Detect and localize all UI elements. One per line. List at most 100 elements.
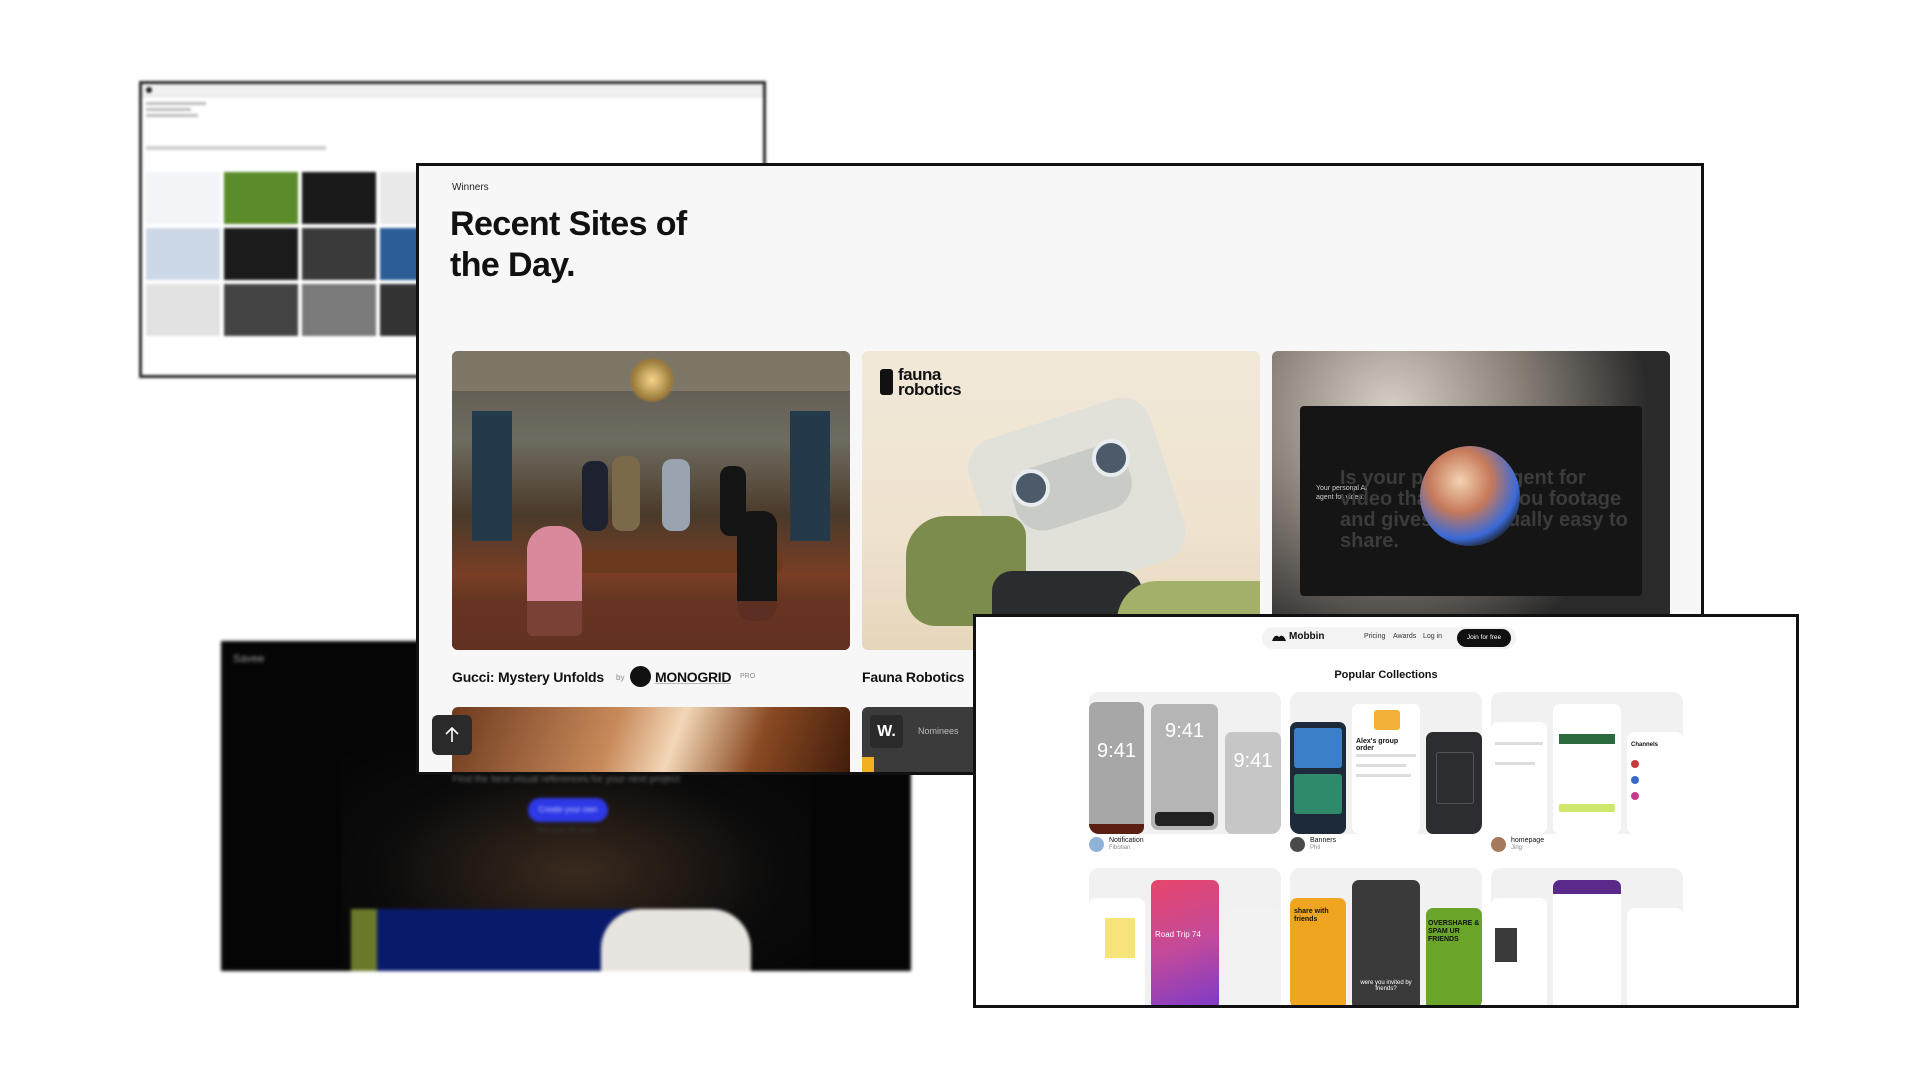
- mobbin-window: Mobbin Pricing Awards Log in Join for fr…: [973, 614, 1799, 1008]
- collection-card[interactable]: Road Trip 74: [1089, 868, 1281, 1005]
- channel-avatar: [1631, 776, 1639, 784]
- dark-site-note: Join over 1M users: [536, 827, 596, 834]
- purple-header: [1553, 880, 1621, 894]
- collection-meta: Notification Fibotian: [1089, 837, 1144, 852]
- channel-avatar: [1631, 792, 1639, 800]
- guest: [612, 456, 640, 531]
- gallery-header-line: [146, 108, 191, 111]
- channels-title: Channels: [1631, 742, 1659, 748]
- product-thumb: [1495, 928, 1517, 962]
- gallery-tile[interactable]: [224, 284, 298, 336]
- nav-link-pricing[interactable]: Pricing: [1364, 633, 1385, 640]
- collection-title[interactable]: Notification: [1109, 837, 1144, 845]
- list-line: [1356, 764, 1406, 767]
- phone-screen: [1491, 898, 1547, 1005]
- ai-video-card-image[interactable]: Your personal AI agent for video. Is you…: [1272, 351, 1670, 650]
- scroll-to-top-button[interactable]: [432, 715, 472, 755]
- collection-card[interactable]: [1491, 868, 1683, 1005]
- phone-screen: [1627, 908, 1683, 1005]
- chandelier-icon: [630, 355, 674, 405]
- phone-screen: were you invited by friends?: [1352, 880, 1420, 1005]
- studio-link[interactable]: MONOGRID: [655, 669, 731, 685]
- gucci-card-image[interactable]: [452, 351, 850, 650]
- fauna-logo: fauna robotics: [880, 366, 980, 399]
- banner-thumb: [1294, 728, 1342, 768]
- author-avatar: [1491, 837, 1506, 852]
- next-card-image[interactable]: [452, 707, 850, 772]
- robot-eye-right: [1092, 439, 1130, 477]
- gallery-tile[interactable]: [302, 172, 376, 224]
- banner-thumb: [1294, 774, 1342, 814]
- gallery-tile[interactable]: [224, 228, 298, 280]
- curtain-left: [472, 411, 512, 541]
- gallery-title-bar: [142, 84, 763, 97]
- dark-hero-figure: [601, 909, 751, 971]
- fauna-robot-icon: [880, 369, 893, 395]
- phone-wallpaper-strip: [1089, 824, 1144, 834]
- collection-card[interactable]: share with friends were you invited by f…: [1290, 868, 1482, 1005]
- gallery-tile[interactable]: [146, 172, 220, 224]
- green-header: [1559, 734, 1615, 744]
- gucci-card-title[interactable]: Gucci: Mystery Unfolds: [452, 669, 604, 685]
- group-order-title: Alex's group order: [1356, 738, 1399, 752]
- promo-pill: [1559, 804, 1615, 812]
- phone-screen: Channels: [1627, 732, 1683, 834]
- join-for-free-button[interactable]: Join for free: [1457, 629, 1511, 647]
- dark-site-subtitle: Find the best visual references for your…: [452, 774, 680, 785]
- nav-link-login[interactable]: Log in: [1423, 633, 1442, 640]
- fauna-logo-line2: robotics: [898, 380, 962, 399]
- phone-screen: 9:41: [1089, 702, 1144, 834]
- phone-screen: [1553, 704, 1621, 834]
- gallery-tile[interactable]: [146, 284, 220, 336]
- collection-author: Jing: [1511, 845, 1523, 851]
- collection-author: Fibotian: [1109, 845, 1131, 851]
- dark-site-logo: Savee: [233, 653, 265, 665]
- monogrid-avatar: [630, 666, 651, 687]
- arrow-up-icon: [445, 727, 459, 742]
- phone-screen: 9:41: [1225, 732, 1281, 834]
- list-line: [1356, 774, 1411, 777]
- collection-card-homepage[interactable]: Channels: [1491, 692, 1683, 834]
- gallery-tile[interactable]: [302, 284, 376, 336]
- road-trip-title: Road Trip 74: [1155, 930, 1201, 939]
- collection-title[interactable]: Banners: [1310, 837, 1336, 845]
- curtain-right: [790, 411, 830, 541]
- mobbin-brand-name: Mobbin: [1289, 631, 1325, 642]
- collections-heading: Popular Collections: [1334, 669, 1438, 681]
- fauna-card-title[interactable]: Fauna Robotics: [862, 669, 964, 685]
- phone-screen: [1491, 722, 1547, 834]
- pro-badge: PRO: [740, 673, 756, 680]
- section-eyebrow: Winners: [452, 182, 489, 193]
- dark-site-cta-button[interactable]: Create your own: [528, 798, 608, 822]
- collection-card-notification[interactable]: 9:41 9:41 9:41: [1089, 692, 1281, 834]
- collection-meta: Banners Phil: [1290, 837, 1336, 852]
- phone-clock: 9:41: [1097, 740, 1136, 762]
- phone-screen: Road Trip 74: [1151, 880, 1219, 1005]
- map-outline: [1436, 752, 1474, 804]
- share-title: share with friends: [1294, 908, 1329, 923]
- rug: [452, 601, 850, 650]
- fauna-card-image[interactable]: fauna robotics: [862, 351, 1260, 650]
- gallery-tile[interactable]: [224, 172, 298, 224]
- gallery-tile[interactable]: [302, 228, 376, 280]
- collection-author: Phil: [1310, 845, 1321, 851]
- list-line: [1495, 742, 1543, 745]
- collection-title[interactable]: homepage: [1511, 837, 1544, 845]
- author-avatar: [1290, 837, 1305, 852]
- phone-screen: OVERSHARE & SPAM UR FRIENDS: [1426, 908, 1482, 1005]
- phone-screen: [1553, 880, 1621, 1005]
- list-line: [1356, 754, 1416, 757]
- author-avatar: [1089, 837, 1104, 852]
- mobbin-logo-icon: [1272, 635, 1286, 641]
- w-logo-badge: W.: [870, 715, 903, 748]
- mobbin-brand[interactable]: Mobbin: [1272, 631, 1325, 642]
- phone-clock: 9:41: [1233, 750, 1273, 772]
- overshare-text: OVERSHARE & SPAM UR FRIENDS: [1428, 920, 1480, 943]
- nav-link-awards[interactable]: Awards: [1393, 633, 1416, 640]
- gallery-header-line: [146, 102, 206, 105]
- phone-screen: share with friends: [1290, 898, 1346, 1005]
- gallery-tile[interactable]: [146, 228, 220, 280]
- collection-card-banners[interactable]: Alex's group order: [1290, 692, 1482, 834]
- phone-screen: [1089, 898, 1145, 1005]
- guest: [582, 461, 608, 531]
